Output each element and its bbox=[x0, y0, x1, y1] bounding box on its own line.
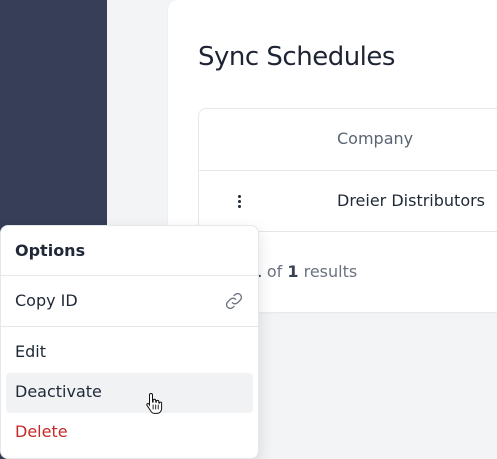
data-table: Company Dreier Distributors bbox=[198, 108, 497, 232]
table-header: Company bbox=[199, 109, 497, 171]
hand-pointer-icon bbox=[146, 392, 163, 414]
table-row[interactable]: Dreier Distributors bbox=[199, 171, 497, 231]
copy-id-menu-item[interactable]: Copy ID bbox=[1, 276, 258, 326]
link-icon bbox=[225, 292, 243, 310]
page-title: Sync Schedules bbox=[198, 42, 395, 72]
menu-section-copy: Copy ID bbox=[1, 276, 258, 327]
pagination-total: 1 bbox=[287, 262, 299, 281]
copy-id-label: Copy ID bbox=[15, 291, 78, 310]
edit-menu-item[interactable]: Edit bbox=[6, 333, 253, 373]
pagination-suffix: results bbox=[298, 262, 358, 281]
row-actions-kebab-icon[interactable] bbox=[229, 189, 249, 213]
delete-menu-item[interactable]: Delete bbox=[6, 413, 253, 453]
menu-section-actions: Edit Deactivate Delete bbox=[1, 327, 258, 453]
company-cell: Dreier Distributors bbox=[337, 191, 486, 210]
options-menu: Options Copy ID Edit Deactivate Delete bbox=[0, 225, 259, 459]
column-header-company[interactable]: Company bbox=[337, 129, 413, 148]
deactivate-menu-item[interactable]: Deactivate bbox=[6, 373, 253, 413]
pagination-of-word: of bbox=[261, 262, 288, 281]
menu-header: Options bbox=[1, 226, 258, 276]
